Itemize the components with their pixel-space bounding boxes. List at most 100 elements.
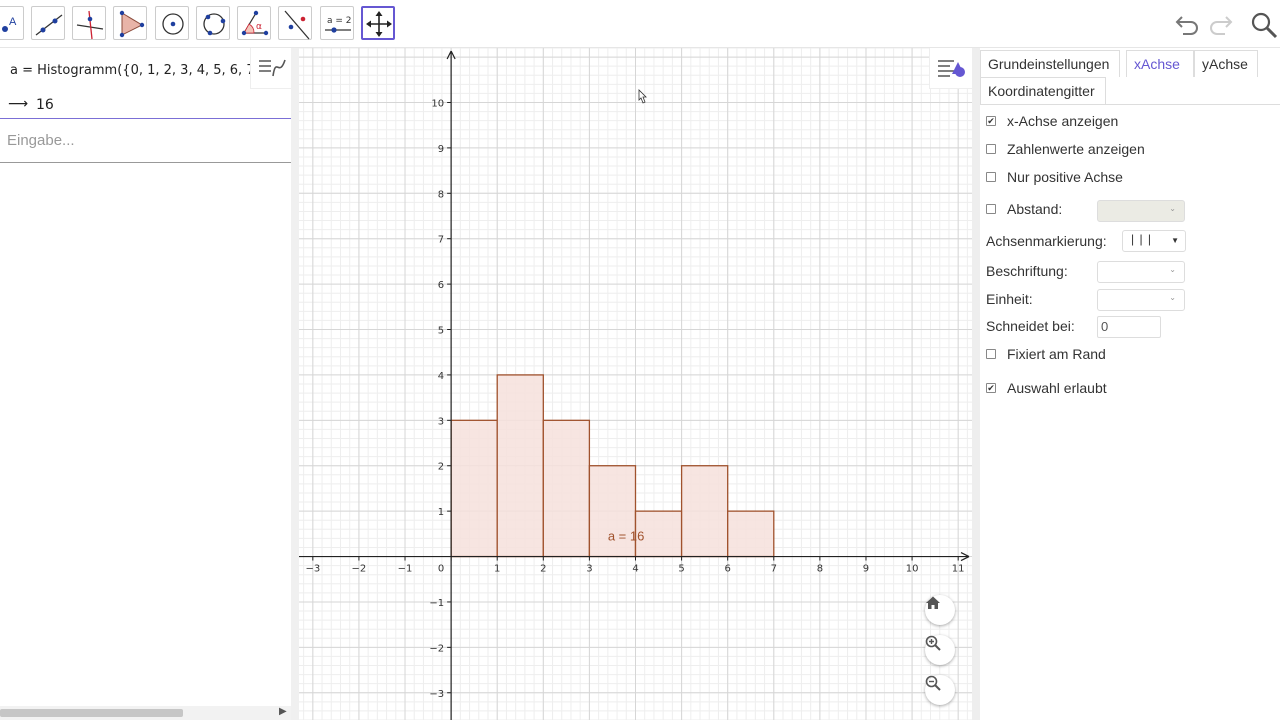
histogram-bar bbox=[542, 419, 591, 558]
tick-style-row: Achsenmarkierung: bbox=[986, 231, 1107, 251]
selection-allowed-label[interactable]: Auswahl erlaubt bbox=[1007, 378, 1107, 398]
histogram-plot[interactable]: −3 −2 −1 0 1 2 3 4 5 6 7 8 9 10 11 −3 −2 −1 1 2 3 4 5 6 7 8 9 10 a =… bbox=[299, 48, 972, 720]
show-numbers-label[interactable]: Zahlenwerte anzeigen bbox=[1007, 139, 1145, 159]
svg-text:α: α bbox=[256, 22, 262, 32]
fixed-at-edge-label[interactable]: Fixiert am Rand bbox=[1007, 344, 1106, 364]
y-tick-label: 5 bbox=[438, 326, 444, 337]
move-arrows-icon bbox=[366, 11, 392, 37]
unit-label: Einheit: bbox=[986, 291, 1033, 307]
tab-grundeinstellungen[interactable]: Grundeinstellungen bbox=[980, 50, 1120, 77]
x-tick-label: 5 bbox=[678, 564, 684, 575]
fixed-at-edge-checkbox[interactable] bbox=[986, 349, 996, 359]
zoom-out-icon bbox=[925, 675, 941, 691]
graphics-style-bar-button[interactable] bbox=[929, 48, 972, 89]
tick-style-value[interactable]: | | | bbox=[1131, 232, 1152, 246]
undo-icon[interactable] bbox=[1173, 10, 1201, 40]
algebra-input[interactable]: Eingabe... bbox=[0, 120, 291, 163]
cross-at-label: Schneidet bei: bbox=[986, 318, 1075, 334]
slider-tool[interactable]: a = 2 bbox=[320, 6, 354, 40]
chevron-down-icon: ⌄ bbox=[1169, 265, 1176, 274]
show-axis-label[interactable]: x-Achse anzeigen bbox=[1007, 111, 1118, 131]
distance-select: ⌄ bbox=[1097, 200, 1185, 222]
slider-icon: a = 2 bbox=[325, 16, 352, 33]
x-tick-label: 7 bbox=[771, 564, 777, 575]
x-tick-label: 6 bbox=[725, 564, 731, 575]
reflect-tool[interactable] bbox=[278, 6, 312, 40]
y-tick-label: 3 bbox=[438, 416, 444, 427]
algebra-horizontal-scrollbar[interactable]: ▶ bbox=[0, 706, 291, 720]
zoom-out-button[interactable] bbox=[925, 675, 955, 705]
x-tick-label: 0 bbox=[438, 564, 444, 575]
point-icon: A bbox=[2, 16, 17, 32]
circle-center-point-tool[interactable] bbox=[155, 6, 189, 40]
home-button[interactable] bbox=[925, 595, 955, 625]
style-bar-menu-icon bbox=[938, 60, 965, 77]
tab-koordinatengitter[interactable]: Koordinatengitter bbox=[980, 77, 1106, 104]
search-icon[interactable] bbox=[1249, 10, 1279, 44]
y-tick-label: 9 bbox=[438, 144, 444, 155]
x-tick-label: 10 bbox=[906, 564, 919, 575]
move-graphics-tool[interactable] bbox=[361, 6, 395, 40]
style-bar-menu-icon bbox=[259, 59, 286, 77]
circle-three-points-tool[interactable] bbox=[196, 6, 230, 40]
algebra-input-placeholder[interactable]: Eingabe... bbox=[7, 132, 75, 149]
x-tick-label: 8 bbox=[817, 564, 823, 575]
toolbar: A α a = 2 bbox=[0, 0, 1280, 48]
view-splitter[interactable] bbox=[972, 48, 980, 720]
chevron-down-icon: ⌄ bbox=[1169, 293, 1176, 302]
scroll-right-icon[interactable]: ▶ bbox=[279, 706, 287, 717]
positive-only-checkbox[interactable] bbox=[986, 172, 996, 182]
y-tick-label: 10 bbox=[431, 98, 444, 109]
tick-style-select[interactable]: | | | ▼ bbox=[1122, 230, 1186, 252]
line-tool[interactable] bbox=[31, 6, 65, 40]
x-tick-label: −2 bbox=[352, 564, 367, 575]
line-icon bbox=[35, 14, 63, 36]
x-tick-label: −3 bbox=[305, 564, 320, 575]
point-tool[interactable]: A bbox=[0, 6, 24, 40]
unit-select[interactable]: ⌄ bbox=[1097, 289, 1185, 311]
view-splitter[interactable] bbox=[291, 48, 299, 720]
perpendicular-line-tool[interactable] bbox=[72, 6, 106, 40]
zoom-in-button[interactable] bbox=[925, 635, 955, 665]
axis-label-select[interactable]: ⌄ bbox=[1097, 261, 1185, 283]
polygon-tool[interactable] bbox=[113, 6, 147, 40]
algebra-result-row: ⟶ 16 bbox=[0, 96, 291, 120]
tab-yachse[interactable]: yAchse bbox=[1194, 50, 1258, 77]
positive-only-label[interactable]: Nur positive Achse bbox=[1007, 167, 1123, 187]
y-tick-label: 2 bbox=[438, 462, 444, 473]
show-numbers-checkbox[interactable] bbox=[986, 144, 996, 154]
histogram-bar bbox=[727, 510, 775, 558]
algebra-item-a[interactable]: a = Histogramm({0, 1, 2, 3, 4, 5, 6, 7 bbox=[0, 60, 250, 84]
angle-icon: α bbox=[241, 10, 269, 36]
y-tick-label: 1 bbox=[438, 507, 444, 518]
svg-text:a = 2: a = 2 bbox=[327, 16, 352, 26]
polygon-icon bbox=[119, 10, 145, 38]
svg-text:A: A bbox=[9, 16, 17, 28]
histogram-bar bbox=[450, 419, 498, 558]
show-axis-checkbox[interactable]: ✔ bbox=[986, 116, 996, 126]
y-tick-label: −3 bbox=[429, 689, 444, 700]
cross-at-input[interactable]: 0 bbox=[1097, 316, 1161, 338]
redo-icon[interactable] bbox=[1207, 10, 1235, 40]
y-tick-label: 4 bbox=[438, 371, 444, 382]
graphics-view[interactable]: −3 −2 −1 0 1 2 3 4 5 6 7 8 9 10 11 −3 −2 −1 1 2 3 4 5 6 7 8 9 10 a =… bbox=[299, 48, 972, 720]
algebra-result-value: 16 bbox=[36, 97, 54, 113]
y-tick-label: 8 bbox=[438, 189, 444, 200]
algebra-style-bar-button[interactable] bbox=[250, 48, 291, 89]
properties-view: Grundeinstellungen xAchse yAchse Koordin… bbox=[980, 48, 1280, 720]
y-tick-label: 7 bbox=[438, 235, 444, 246]
algebra-definition[interactable]: a = Histogramm({0, 1, 2, 3, 4, 5, 6, 7 bbox=[10, 63, 250, 78]
axis-label-row: Beschriftung: bbox=[986, 261, 1068, 281]
angle-tool[interactable]: α bbox=[237, 6, 271, 40]
y-tick-label: −1 bbox=[429, 598, 444, 609]
tab-xachse[interactable]: xAchse bbox=[1126, 50, 1194, 77]
cross-at-value[interactable]: 0 bbox=[1101, 319, 1108, 334]
scrollbar-thumb[interactable] bbox=[0, 709, 183, 717]
x-tick-label: 4 bbox=[632, 564, 638, 575]
distance-label[interactable]: Abstand: bbox=[1007, 199, 1062, 219]
distance-checkbox[interactable] bbox=[986, 204, 996, 214]
selection-allowed-checkbox[interactable]: ✔ bbox=[986, 383, 996, 393]
algebra-view: a = Histogramm({0, 1, 2, 3, 4, 5, 6, 7 ⟶… bbox=[0, 48, 292, 720]
circle-center-icon bbox=[162, 13, 184, 35]
x-tick-label: 11 bbox=[952, 564, 965, 575]
